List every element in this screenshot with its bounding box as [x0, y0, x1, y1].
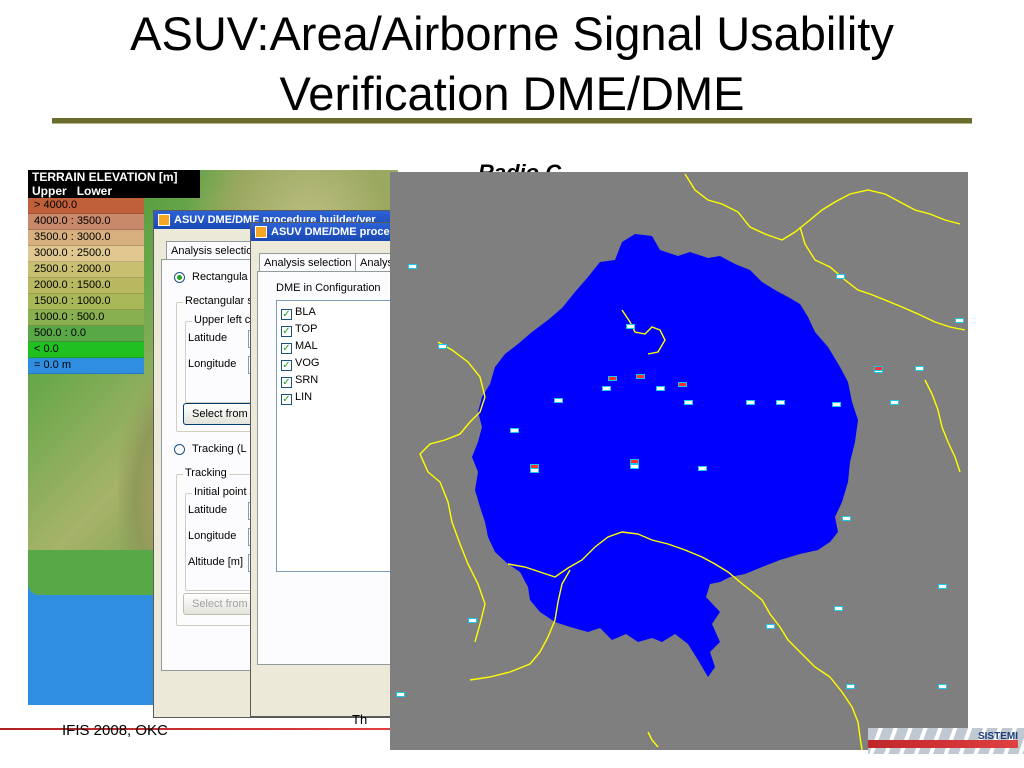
dme-station-icon [630, 464, 639, 469]
dme-station-icon [554, 398, 563, 403]
dme-station-icon [468, 618, 477, 623]
dme-station-icon [408, 264, 417, 269]
tracking-group-title: Tracking [183, 467, 229, 479]
footer-red-line [0, 728, 390, 730]
legend-header-lower: Lower [76, 184, 113, 198]
dme-list-item[interactable]: ✓ LIN [281, 390, 312, 406]
initial-point-group-title: Initial point [192, 486, 249, 498]
legend-row: 2000.0 : 1500.0 [28, 278, 144, 294]
legend-row: 1500.0 : 1000.0 [28, 294, 144, 310]
dme-list-item-label: LIN [295, 391, 313, 403]
legend-header-upper: Upper [32, 184, 67, 198]
legend-row: 500.0 : 0.0 [28, 326, 144, 342]
checkbox-icon[interactable]: ✓ [281, 309, 292, 320]
dme-station-icon-selected [636, 374, 645, 379]
border-north [684, 173, 961, 241]
footer-conference: IFIS 2008, OKC [62, 722, 168, 739]
tracking-radio-label: Tracking (L [192, 443, 247, 455]
legend-row: > 4000.0 [28, 198, 144, 214]
latitude2-label: Latitude [188, 504, 228, 516]
dme-station-icon [602, 386, 611, 391]
border-france [419, 341, 486, 643]
rectangular-group-title: Rectangular s [183, 295, 255, 307]
latitude-label: Latitude [188, 332, 228, 344]
legend-row: = 0.0 m [28, 358, 144, 374]
coverage-map-svg [419, 173, 966, 750]
border-corsica [647, 731, 659, 748]
dme-station-icon [396, 692, 405, 697]
dme-list-item[interactable]: ✓ MAL [281, 339, 318, 355]
dme-station-icon [626, 324, 635, 329]
dme-station-icon [938, 684, 947, 689]
company-logo: SISTEMI [868, 728, 1024, 754]
coverage-area [472, 234, 858, 677]
footer-page-text: Th [352, 712, 368, 727]
dme-list-item-label: VOG [295, 357, 320, 369]
app-icon [158, 214, 170, 226]
window-front-title: ASUV DME/DME proce [271, 226, 390, 238]
dme-station-icon [656, 386, 665, 391]
dme-list-item[interactable]: ✓ VOG [281, 356, 319, 372]
dme-station-icon [834, 606, 843, 611]
dme-station-icon [746, 400, 755, 405]
dme-station-icon [846, 684, 855, 689]
tracking-radio[interactable] [174, 444, 185, 455]
dme-station-icon-selected [678, 382, 687, 387]
dme-list-item[interactable]: ✓ BLA [281, 305, 316, 321]
legend-column-headers: Upper Lower [32, 184, 196, 198]
checkbox-icon[interactable]: ✓ [281, 360, 292, 371]
dme-station-icon [684, 400, 693, 405]
dme-station-icon-selected [608, 376, 617, 381]
dme-station-icon [776, 400, 785, 405]
slide-title: ASUV:Area/Airborne Signal Usability Veri… [130, 7, 894, 120]
checkbox-icon[interactable]: ✓ [281, 394, 292, 405]
legend-row: 3500.0 : 3000.0 [28, 230, 144, 246]
coverage-map [390, 172, 968, 750]
dme-list-item[interactable]: ✓ TOP [281, 322, 317, 338]
altitude-label: Altitude [m] [188, 556, 244, 568]
app-icon-front [255, 226, 267, 238]
dme-station-icon [698, 466, 707, 471]
dme-list-item[interactable]: ✓ SRN [281, 373, 318, 389]
title-underline-shadow [52, 123, 972, 124]
dme-station-icon [832, 402, 841, 407]
checkbox-icon[interactable]: ✓ [281, 326, 292, 337]
dme-station-icon [836, 274, 845, 279]
legend-header: TERRAIN ELEVATION [m] Upper Lower [28, 170, 200, 198]
dme-station-icon [915, 366, 924, 371]
border-slovenia [924, 379, 961, 473]
dme-station-icon [530, 468, 539, 473]
legend-row: 4000.0 : 3500.0 [28, 214, 144, 230]
dme-station-icon-selected [874, 366, 883, 371]
dme-list-item-label: BLA [295, 306, 316, 318]
dme-list-item-label: TOP [295, 323, 318, 335]
border-austria [799, 226, 966, 331]
tab-analysis-selection-front[interactable]: Analysis selection [259, 253, 357, 272]
dme-station-icon [510, 428, 519, 433]
rectangular-radio[interactable] [174, 272, 185, 283]
logo-text: SISTEMI [977, 731, 1018, 742]
legend-row: 3000.0 : 2500.0 [28, 246, 144, 262]
dme-list-item-label: MAL [295, 340, 318, 352]
dme-station-icon [938, 584, 947, 589]
rectangular-radio-label: Rectangula [192, 271, 248, 283]
upper-left-group-title: Upper left c [192, 314, 253, 326]
longitude-label: Longitude [188, 358, 237, 370]
longitude2-label: Longitude [188, 530, 237, 542]
legend-row: < 0.0 [28, 342, 144, 358]
tab-analysis-selection[interactable]: Analysis selection [166, 241, 264, 260]
dme-station-icon [438, 344, 447, 349]
legend-row: 1000.0 : 500.0 [28, 310, 144, 326]
dme-station-icon [890, 400, 899, 405]
dme-station-icon [766, 624, 775, 629]
dme-station-icon [842, 516, 851, 521]
checkbox-icon[interactable]: ✓ [281, 343, 292, 354]
dme-station-icon [955, 318, 964, 323]
dme-list-label: DME in Configuration [276, 282, 381, 294]
dme-list-item-label: SRN [295, 374, 319, 386]
legend-row: 2500.0 : 2000.0 [28, 262, 144, 278]
checkbox-icon[interactable]: ✓ [281, 377, 292, 388]
legend-title: TERRAIN ELEVATION [m] [32, 170, 178, 184]
